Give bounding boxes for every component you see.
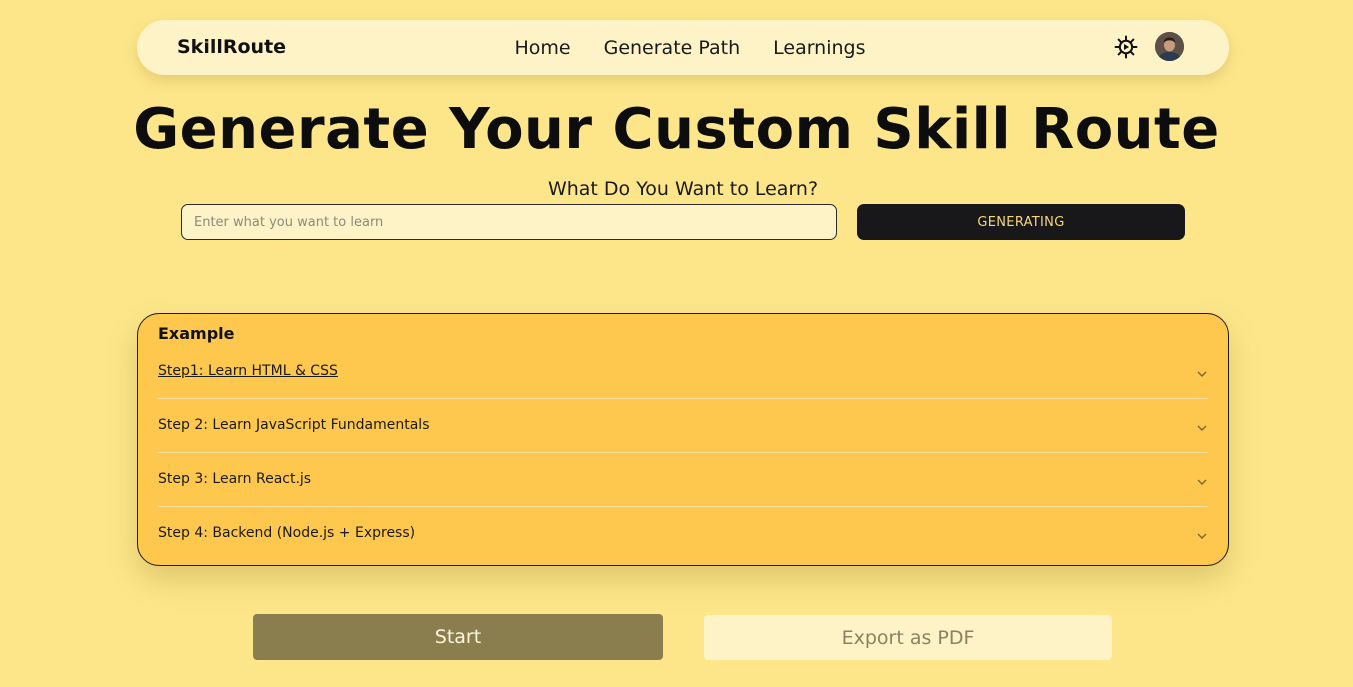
step-item-4[interactable]: Step 4: Backend (Node.js + Express) bbox=[158, 507, 1208, 560]
nav-link-learnings[interactable]: Learnings bbox=[773, 37, 865, 59]
chevron-down-icon bbox=[1196, 473, 1208, 485]
export-pdf-button[interactable]: Export as PDF bbox=[704, 615, 1112, 660]
avatar[interactable] bbox=[1155, 32, 1184, 61]
step-label: Step 4: Backend (Node.js + Express) bbox=[158, 525, 416, 541]
chevron-down-icon bbox=[1196, 527, 1208, 539]
chevron-down-icon bbox=[1196, 419, 1208, 431]
step-item-1[interactable]: Step1: Learn HTML & CSS bbox=[158, 345, 1208, 399]
generate-button[interactable]: GENERATING bbox=[857, 204, 1185, 240]
example-title: Example bbox=[158, 324, 235, 343]
start-button[interactable]: Start bbox=[253, 614, 663, 660]
steps-accordion: Step1: Learn HTML & CSS Step 2: Learn Ja… bbox=[158, 345, 1208, 560]
nav-links: Home Generate Path Learnings bbox=[137, 20, 1229, 75]
step-item-3[interactable]: Step 3: Learn React.js bbox=[158, 453, 1208, 507]
nav-link-generate-path[interactable]: Generate Path bbox=[604, 37, 741, 59]
step-label: Step1: Learn HTML & CSS bbox=[158, 363, 338, 379]
gear-icon[interactable] bbox=[1114, 35, 1138, 59]
step-label: Step 3: Learn React.js bbox=[158, 471, 312, 487]
navbar: SkillRoute Home Generate Path Learnings bbox=[137, 20, 1229, 75]
step-item-2[interactable]: Step 2: Learn JavaScript Fundamentals bbox=[158, 399, 1208, 453]
learn-topic-input[interactable] bbox=[181, 204, 837, 240]
example-card: Example Step1: Learn HTML & CSS Step 2: … bbox=[137, 313, 1229, 566]
page-title: Generate Your Custom Skill Route bbox=[133, 97, 1220, 162]
chevron-down-icon bbox=[1196, 365, 1208, 377]
nav-link-home[interactable]: Home bbox=[514, 37, 570, 59]
step-label: Step 2: Learn JavaScript Fundamentals bbox=[158, 417, 430, 433]
learn-prompt-label: What Do You Want to Learn? bbox=[547, 178, 819, 200]
